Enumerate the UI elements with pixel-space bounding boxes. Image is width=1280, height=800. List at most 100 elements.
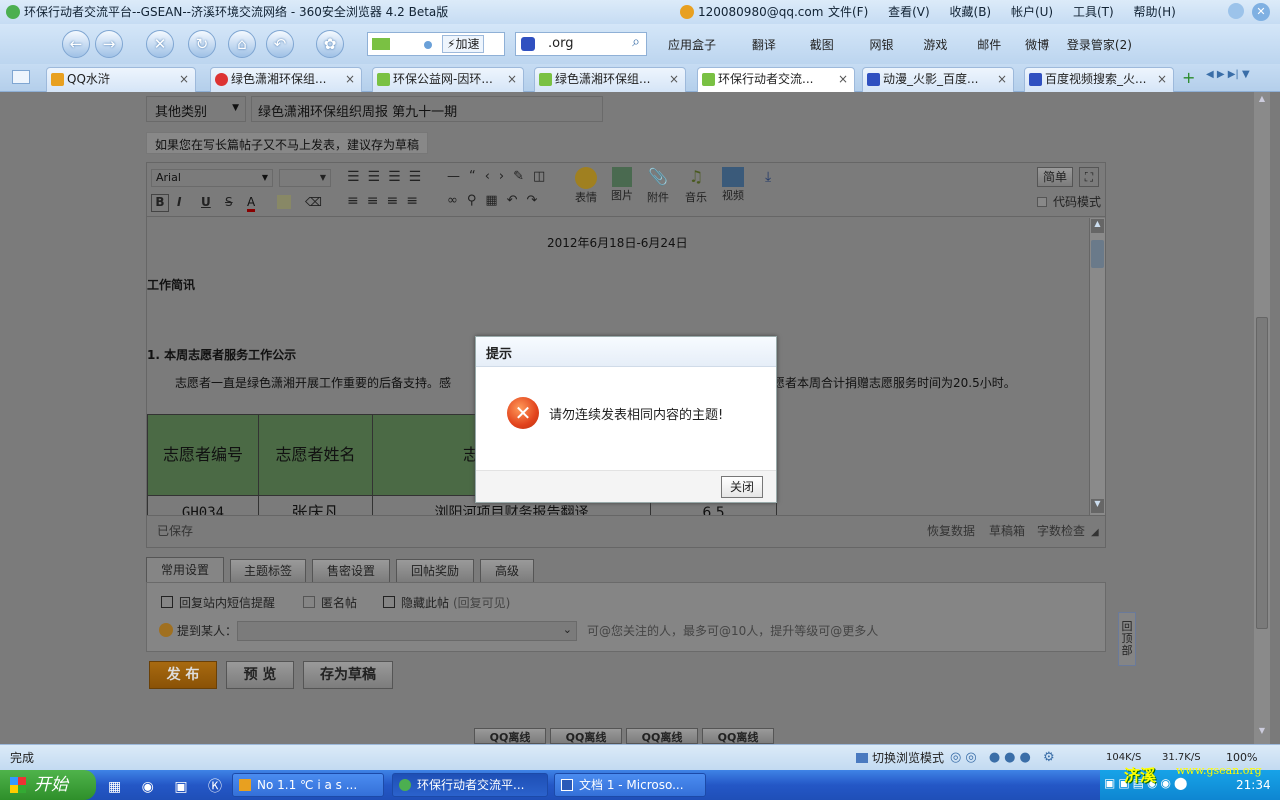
app-box-link[interactable]: 应用盒子 xyxy=(668,38,716,52)
tab-scroll-icons[interactable]: ◀ ▶ ▶| ▼ xyxy=(1206,69,1250,80)
task-item-no11[interactable]: No 1.1 ℃ i a s ... xyxy=(232,773,384,797)
italic-icon[interactable]: I xyxy=(177,195,181,209)
category-select[interactable]: 其他类别 ▼ xyxy=(146,96,246,122)
qq-offline-badge[interactable]: QQ离线 xyxy=(550,728,622,744)
tab-sale-settings[interactable]: 售密设置 xyxy=(312,559,390,583)
tab-anime-naruto[interactable]: 动漫_火影_百度... × xyxy=(862,67,1014,92)
close-tab-icon[interactable]: × xyxy=(669,68,679,91)
menu-view[interactable]: 查看(V) xyxy=(888,5,930,19)
close-window-button[interactable]: ✕ xyxy=(1252,3,1270,21)
simple-mode-button[interactable]: 简单 xyxy=(1037,167,1073,187)
font-select[interactable]: Arial ▼ xyxy=(151,169,273,187)
forward-icon[interactable]: → xyxy=(95,30,123,58)
tab-eco-charity[interactable]: 环保公益网-因环... × xyxy=(372,67,524,92)
status-icons[interactable]: ◎◎ ●●● ⚙ xyxy=(950,745,1059,771)
menu-account[interactable]: 帐户(U) xyxy=(1011,5,1053,19)
tab-baidu-video[interactable]: 百度视频搜索_火... × xyxy=(1024,67,1174,92)
hide-post-checkbox[interactable] xyxy=(383,596,395,608)
image-button[interactable]: 图片 xyxy=(607,167,637,203)
address-bar[interactable]: ⚡加速 xyxy=(367,32,505,56)
highlight-icon[interactable] xyxy=(277,195,291,209)
qq-offline-badge[interactable]: QQ离线 xyxy=(474,728,546,744)
save-draft-button[interactable]: 存为草稿 xyxy=(303,661,393,689)
games-link[interactable]: 游戏 xyxy=(923,38,947,52)
task-item-browser[interactable]: 环保行动者交流平... xyxy=(392,773,548,797)
scroll-thumb[interactable] xyxy=(1091,240,1104,268)
dialog-close-button[interactable]: 关闭 xyxy=(721,476,763,498)
tab-green-xiangxiang-1[interactable]: 绿色潇湘环保组... × xyxy=(210,67,362,92)
refresh-icon[interactable]: ↻ xyxy=(188,30,216,58)
quicklaunch-icons[interactable]: ▦ ◉ ▣ Ⓚ xyxy=(108,776,230,796)
size-select[interactable]: ▼ xyxy=(279,169,331,187)
undo-close-icon[interactable]: ↶ xyxy=(266,30,294,58)
qq-offline-badge[interactable]: QQ离线 xyxy=(626,728,698,744)
subject-input[interactable]: 绿色潇湘环保组织周报 第九十一期 xyxy=(251,96,603,122)
back-to-top-button[interactable]: 回顶部 xyxy=(1118,612,1136,666)
menu-help[interactable]: 帮助(H) xyxy=(1133,5,1175,19)
publish-button[interactable]: 发 布 xyxy=(149,661,217,689)
sidebar-toggle-icon[interactable] xyxy=(12,70,30,84)
close-tab-icon[interactable]: × xyxy=(838,68,848,91)
start-button[interactable]: 开始 xyxy=(0,770,96,800)
bold-icon[interactable]: B xyxy=(151,194,169,212)
menu-favorites[interactable]: 收藏(B) xyxy=(950,5,992,19)
fullscreen-icon[interactable]: ⛶ xyxy=(1079,167,1099,187)
tab-green-xiangxiang-2[interactable]: 绿色潇湘环保组... × xyxy=(534,67,686,92)
editor-scrollbar[interactable]: ▲ ▼ xyxy=(1089,218,1105,515)
tab-reply-reward[interactable]: 回帖奖励 xyxy=(396,559,474,583)
anonymous-checkbox[interactable] xyxy=(303,596,315,608)
tab-advanced[interactable]: 高级 xyxy=(480,559,534,583)
page-scroll-down-icon[interactable]: ▼ xyxy=(1255,726,1269,740)
page-scroll-thumb[interactable] xyxy=(1256,317,1268,629)
link-table-icons[interactable]: ∞⚲▦↶↷ xyxy=(447,193,546,208)
login-manager-link[interactable]: 登录管家(2) xyxy=(1067,38,1132,52)
menu-file[interactable]: 文件(F) xyxy=(828,5,868,19)
tab-topic-tags[interactable]: 主题标签 xyxy=(230,559,306,583)
ebank-link[interactable]: 网银 xyxy=(870,38,894,52)
attach-button[interactable]: 📎 附件 xyxy=(643,167,673,205)
screenshot-link[interactable]: 截图 xyxy=(810,38,834,52)
close-tab-icon[interactable]: × xyxy=(507,68,517,91)
mention-input[interactable]: ⌄ xyxy=(237,621,577,641)
strikethrough-icon[interactable]: S xyxy=(225,195,233,209)
account-label[interactable]: 120080980@qq.com xyxy=(698,0,823,24)
task-item-word[interactable]: 文档 1 - Microso... xyxy=(554,773,706,797)
insert-icons[interactable]: —“‹›✎◫ xyxy=(447,169,554,184)
close-tab-icon[interactable]: × xyxy=(1157,68,1167,91)
paw-icon[interactable]: ✿ xyxy=(316,30,344,58)
music-button[interactable]: ♫ 音乐 xyxy=(681,167,711,205)
translate-link[interactable]: 翻译 xyxy=(752,38,776,52)
mail-link[interactable]: 邮件 xyxy=(977,38,1001,52)
minimize-button[interactable] xyxy=(1228,3,1244,19)
search-input[interactable]: .org xyxy=(548,36,573,51)
emoji-button[interactable]: 表情 xyxy=(571,167,601,205)
stop-icon[interactable]: ✕ xyxy=(146,30,174,58)
search-icon[interactable]: ⌕ xyxy=(626,34,646,54)
tab-qq-shuihu[interactable]: QQ水浒 × xyxy=(46,67,196,92)
list-icons[interactable]: ≡≡≡≡ xyxy=(347,193,426,209)
double-chevron-icon[interactable]: ⌄ xyxy=(563,623,572,636)
close-tab-icon[interactable]: × xyxy=(997,68,1007,91)
video-button[interactable]: 视频 xyxy=(717,167,749,203)
switch-mode-link[interactable]: 切换浏览模式 xyxy=(872,745,944,771)
close-tab-icon[interactable]: × xyxy=(179,68,189,91)
close-tab-icon[interactable]: × xyxy=(345,68,355,91)
underline-icon[interactable]: U xyxy=(201,195,211,209)
tab-gsean-active[interactable]: 环保行动者交流... × xyxy=(697,67,855,92)
draft-box-link[interactable]: 草稿箱 xyxy=(989,516,1025,546)
home-icon[interactable]: ⌂ xyxy=(228,30,256,58)
back-icon[interactable]: ← xyxy=(62,30,90,58)
reply-notify-checkbox[interactable] xyxy=(161,596,173,608)
new-tab-icon[interactable]: + xyxy=(1182,68,1195,87)
search-box[interactable]: .org ⌕ xyxy=(515,32,647,56)
font-color-icon[interactable]: A xyxy=(247,195,256,212)
menu-tools[interactable]: 工具(T) xyxy=(1073,5,1114,19)
scroll-down-icon[interactable]: ▼ xyxy=(1091,499,1104,513)
page-scrollbar[interactable]: ▲ ▼ xyxy=(1254,92,1270,744)
preview-button[interactable]: 预 览 xyxy=(226,661,294,689)
weibo-link[interactable]: 微博 xyxy=(1025,38,1049,52)
restore-data-link[interactable]: 恢复数据 xyxy=(927,516,975,546)
tab-common-settings[interactable]: 常用设置 xyxy=(146,557,224,583)
qq-offline-badge[interactable]: QQ离线 xyxy=(702,728,774,744)
download-icon[interactable]: ⤓ xyxy=(765,169,771,185)
